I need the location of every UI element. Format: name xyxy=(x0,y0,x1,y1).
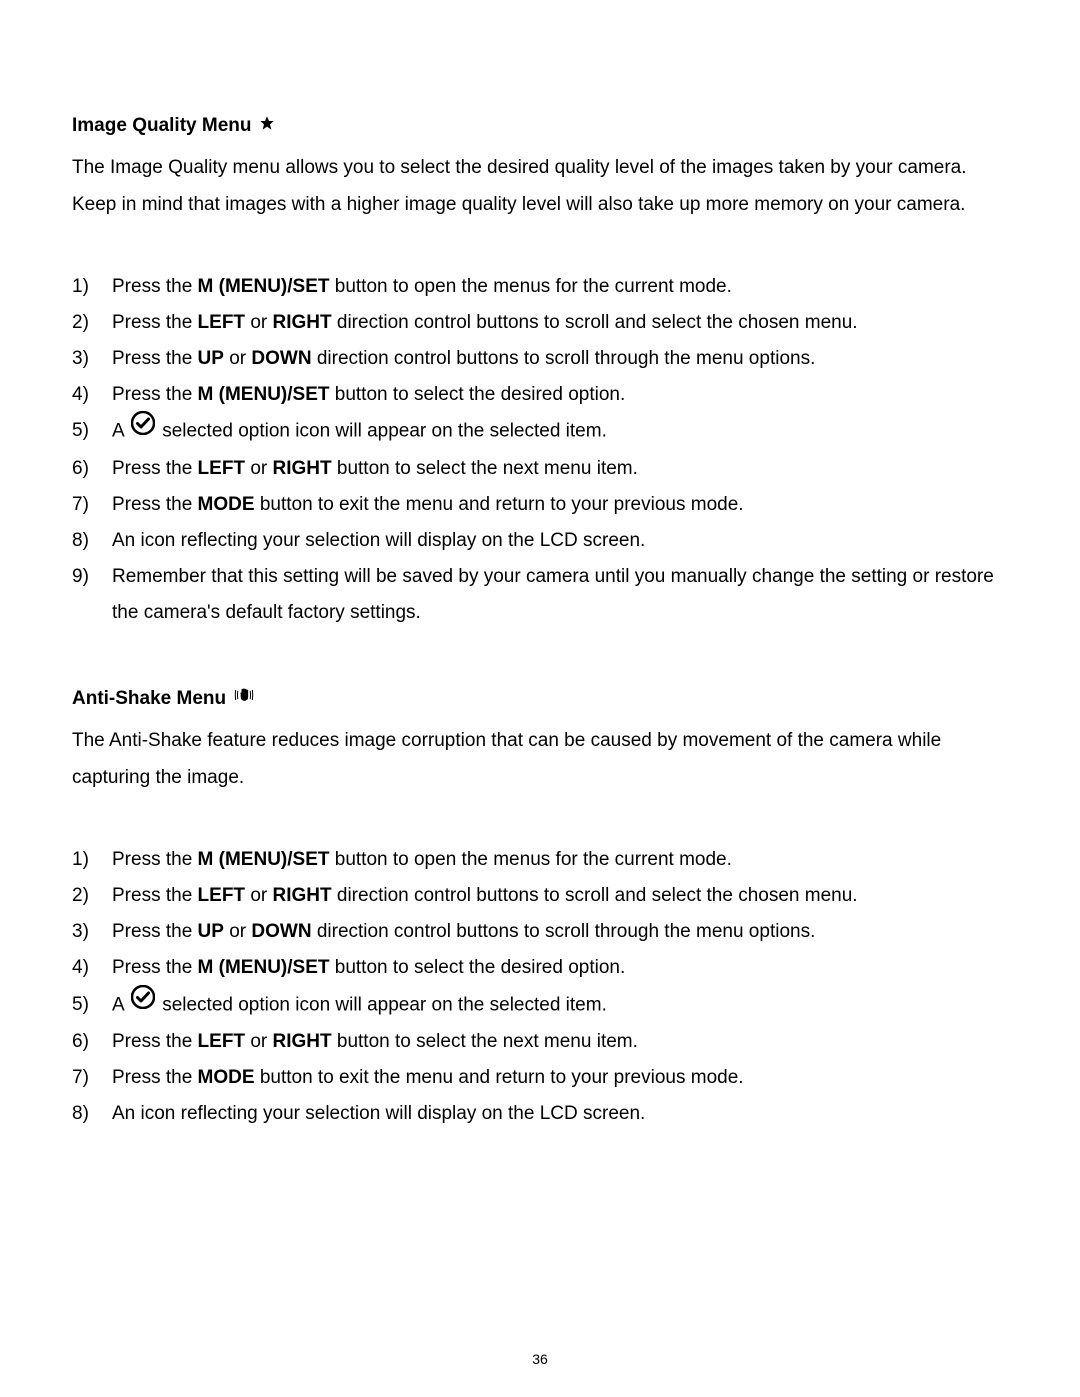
document-page: Image Quality Menu The Image Quality men… xyxy=(0,0,1080,1397)
step-content: Press the LEFT or RIGHT direction contro… xyxy=(112,878,1008,914)
step-number: 2) xyxy=(72,305,112,341)
step-number: 3) xyxy=(72,914,112,950)
step-number: 6) xyxy=(72,1024,112,1060)
step-content: Press the LEFT or RIGHT button to select… xyxy=(112,451,1008,487)
list-item: 9) Remember that this setting will be sa… xyxy=(72,559,1008,631)
step-number: 2) xyxy=(72,878,112,914)
section-heading-image-quality: Image Quality Menu xyxy=(72,115,1008,137)
step-number: 4) xyxy=(72,377,112,413)
step-number: 1) xyxy=(72,842,112,878)
step-content: Press the LEFT or RIGHT direction contro… xyxy=(112,305,1008,341)
list-item: 5) A selected option icon will appear on… xyxy=(72,413,1008,450)
intro-paragraph: The Image Quality menu allows you to sel… xyxy=(72,149,1008,223)
heading-text: Anti-Shake Menu xyxy=(72,688,226,710)
step-number: 7) xyxy=(72,1060,112,1096)
page-number: 36 xyxy=(0,1351,1080,1367)
step-content: Press the M (MENU)/SET button to select … xyxy=(112,377,1008,413)
checkmark-icon xyxy=(131,985,155,1022)
list-item: 1) Press the M (MENU)/SET button to open… xyxy=(72,269,1008,305)
step-content: A selected option icon will appear on th… xyxy=(112,413,1008,450)
list-item: 6) Press the LEFT or RIGHT button to sel… xyxy=(72,1024,1008,1060)
step-number: 8) xyxy=(72,523,112,559)
step-content: Press the MODE button to exit the menu a… xyxy=(112,487,1008,523)
list-item: 1) Press the M (MENU)/SET button to open… xyxy=(72,842,1008,878)
step-content: An icon reflecting your selection will d… xyxy=(112,1096,1008,1132)
list-item: 2) Press the LEFT or RIGHT direction con… xyxy=(72,878,1008,914)
list-item: 5) A selected option icon will appear on… xyxy=(72,987,1008,1024)
list-item: 8) An icon reflecting your selection wil… xyxy=(72,523,1008,559)
steps-list-anti-shake: 1) Press the M (MENU)/SET button to open… xyxy=(72,842,1008,1132)
list-item: 6) Press the LEFT or RIGHT button to sel… xyxy=(72,451,1008,487)
list-item: 4) Press the M (MENU)/SET button to sele… xyxy=(72,950,1008,986)
steps-list-image-quality: 1) Press the M (MENU)/SET button to open… xyxy=(72,269,1008,631)
step-number: 5) xyxy=(72,987,112,1023)
list-item: 7) Press the MODE button to exit the men… xyxy=(72,1060,1008,1096)
step-content: Press the UP or DOWN direction control b… xyxy=(112,341,1008,377)
section-heading-anti-shake: Anti-Shake Menu xyxy=(72,687,1008,710)
step-content: Press the M (MENU)/SET button to open th… xyxy=(112,269,1008,305)
anti-shake-icon xyxy=(234,686,254,709)
step-content: An icon reflecting your selection will d… xyxy=(112,523,1008,559)
list-item: 3) Press the UP or DOWN direction contro… xyxy=(72,341,1008,377)
step-number: 6) xyxy=(72,451,112,487)
step-number: 7) xyxy=(72,487,112,523)
intro-paragraph: The Anti-Shake feature reduces image cor… xyxy=(72,722,1008,796)
step-content: Press the LEFT or RIGHT button to select… xyxy=(112,1024,1008,1060)
step-content: Press the MODE button to exit the menu a… xyxy=(112,1060,1008,1096)
step-number: 1) xyxy=(72,269,112,305)
step-number: 4) xyxy=(72,950,112,986)
step-content: Remember that this setting will be saved… xyxy=(112,559,1008,631)
list-item: 4) Press the M (MENU)/SET button to sele… xyxy=(72,377,1008,413)
checkmark-icon xyxy=(131,411,155,448)
step-number: 9) xyxy=(72,559,112,595)
step-number: 5) xyxy=(72,413,112,449)
list-item: 2) Press the LEFT or RIGHT direction con… xyxy=(72,305,1008,341)
step-content: Press the M (MENU)/SET button to open th… xyxy=(112,842,1008,878)
heading-text: Image Quality Menu xyxy=(72,115,251,137)
step-content: Press the M (MENU)/SET button to select … xyxy=(112,950,1008,986)
step-number: 8) xyxy=(72,1096,112,1132)
list-item: 8) An icon reflecting your selection wil… xyxy=(72,1096,1008,1132)
step-number: 3) xyxy=(72,341,112,377)
step-content: A selected option icon will appear on th… xyxy=(112,987,1008,1024)
star-icon xyxy=(259,115,275,136)
step-content: Press the UP or DOWN direction control b… xyxy=(112,914,1008,950)
list-item: 7) Press the MODE button to exit the men… xyxy=(72,487,1008,523)
list-item: 3) Press the UP or DOWN direction contro… xyxy=(72,914,1008,950)
